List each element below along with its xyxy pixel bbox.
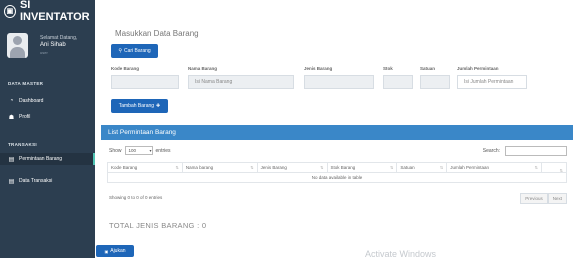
empty-table-message: No data available in table xyxy=(107,172,567,183)
section-label-transaksi: TRANSAKSI xyxy=(8,142,37,147)
sidebar: ▣ SI INVENTATOR Selamat Datang, Ani Siha… xyxy=(0,0,95,258)
jumlah-permintaan-field[interactable]: Isi Jumlah Permintaan xyxy=(457,75,527,89)
show-entries: Show 100 ▾ entries xyxy=(109,146,171,155)
submit-icon: ▣ xyxy=(104,248,109,254)
form-title: Masukkan Data Barang xyxy=(115,29,199,38)
column-header[interactable]: Jumlah Permintaan ⇅ xyxy=(446,162,543,173)
show-label: Show xyxy=(109,147,122,154)
kode-barang-field[interactable] xyxy=(111,75,179,89)
label-jenis-barang: Jenis Barang xyxy=(304,66,333,71)
total-item-types: TOTAL JENIS BARANG : 0 xyxy=(109,221,207,230)
column-header[interactable]: ⇅ xyxy=(541,162,567,173)
sort-icon: ⇅ xyxy=(389,165,394,170)
column-header[interactable]: Satuan ⇅ xyxy=(396,162,448,173)
column-header[interactable]: Nama barang ⇅ xyxy=(181,162,258,173)
request-list-panel: List Permintaan Barang Show 100 ▾ entrie… xyxy=(101,125,573,240)
users-icon: ☗ xyxy=(8,114,15,121)
label-nama-barang: Nama Barang xyxy=(188,66,218,71)
chevron-down-icon: ▾ xyxy=(149,148,152,153)
list-icon: ▤ xyxy=(8,156,15,163)
sidebar-item-data-transaksi[interactable]: ▤ Data Transaksi xyxy=(0,175,95,187)
search-label: Search: xyxy=(482,148,500,154)
add-item-button-label: Tambah Barang xyxy=(118,103,155,109)
sort-icon: ⇅ xyxy=(250,165,254,170)
label-stok: Stok xyxy=(383,66,393,71)
app-title: SI INVENTATOR xyxy=(19,0,90,23)
list-header: List Permintaan Barang xyxy=(101,125,573,140)
sidebar-item-label: Dashboard xyxy=(19,98,44,104)
request-table: Kode Barang ⇅ Nama barang ⇅ Jenis Barang ⇅ … xyxy=(107,162,567,183)
table-icon: ▤ xyxy=(8,178,15,185)
search-icon: ⚲ xyxy=(118,48,122,54)
label-kode-barang: Kode Barang xyxy=(111,66,140,71)
label-satuan: Satuan xyxy=(420,66,436,71)
column-header[interactable]: Jenis Barang ⇅ xyxy=(256,162,328,173)
add-item-button[interactable]: Tambah Barang ✚ xyxy=(111,99,168,113)
entries-select-value: 100 xyxy=(128,148,137,153)
table-info: Showing 0 to 0 of 0 entries xyxy=(109,195,163,200)
submit-request-button[interactable]: ▣ Ajukan xyxy=(96,245,134,257)
avatar xyxy=(7,33,28,58)
stok-field[interactable] xyxy=(383,75,413,89)
welcome-text: Selamat Datang, xyxy=(40,35,78,41)
sidebar-item-dashboard[interactable]: ◔ Dashboard xyxy=(0,95,95,107)
sort-icon: ⇅ xyxy=(534,165,539,170)
entries-select[interactable]: 100 ▾ xyxy=(124,146,153,155)
sidebar-item-profil[interactable]: ☗ Profil xyxy=(0,111,95,123)
table-header-row: Kode Barang ⇅ Nama barang ⇅ Jenis Barang ⇅ … xyxy=(107,162,567,173)
sidebar-item-label: Data Transaksi xyxy=(19,178,53,184)
section-label-data-master: DATA MASTER xyxy=(8,81,44,86)
user-name: Ani Sihab xyxy=(40,42,66,48)
sidebar-item-permintaan-barang[interactable]: ▤ Permintaan Barang xyxy=(0,153,95,165)
entries-label: entries xyxy=(155,147,171,154)
search-item-button-label: Cari Barang xyxy=(123,48,151,54)
jenis-barang-field[interactable] xyxy=(304,75,374,89)
column-header[interactable]: Stok Barang ⇅ xyxy=(326,162,398,173)
table-search: Search: xyxy=(483,146,567,156)
submit-request-button-label: Ajukan xyxy=(110,248,126,254)
windows-activation-watermark: Activate Windows xyxy=(365,249,437,258)
sort-icon: ⇅ xyxy=(320,165,324,170)
previous-page-button[interactable]: Previous xyxy=(520,193,548,204)
search-item-button[interactable]: ⚲ Cari Barang xyxy=(111,44,158,58)
user-role: user xyxy=(40,50,48,55)
pagination: Previous Next xyxy=(520,193,567,204)
nama-barang-field[interactable]: Isi Nama Barang xyxy=(188,75,294,89)
sort-icon: ⇅ xyxy=(175,165,179,170)
sort-icon: ⇅ xyxy=(559,167,563,173)
app-logo-icon: ▣ xyxy=(4,4,16,18)
sort-icon: ⇅ xyxy=(439,165,444,170)
sidebar-item-label: Permintaan Barang xyxy=(19,156,63,162)
satuan-field[interactable] xyxy=(420,75,450,89)
column-header[interactable]: Kode Barang ⇅ xyxy=(107,162,183,173)
sidebar-item-label: Profil xyxy=(19,114,31,120)
app-brand[interactable]: ▣ SI INVENTATOR xyxy=(0,0,95,23)
table-row: No data available in table xyxy=(107,172,567,183)
plus-icon: ✚ xyxy=(156,103,161,109)
dashboard-icon: ◔ xyxy=(9,98,14,104)
main-content: Masukkan Data Barang ⚲ Cari Barang Kode … xyxy=(100,0,573,258)
label-jumlah-permintaan: Jumlah Permintaan xyxy=(457,66,499,71)
next-page-button[interactable]: Next xyxy=(547,193,567,204)
user-profile: Selamat Datang, Ani Sihab user xyxy=(0,31,95,69)
table-search-input[interactable] xyxy=(505,146,567,156)
